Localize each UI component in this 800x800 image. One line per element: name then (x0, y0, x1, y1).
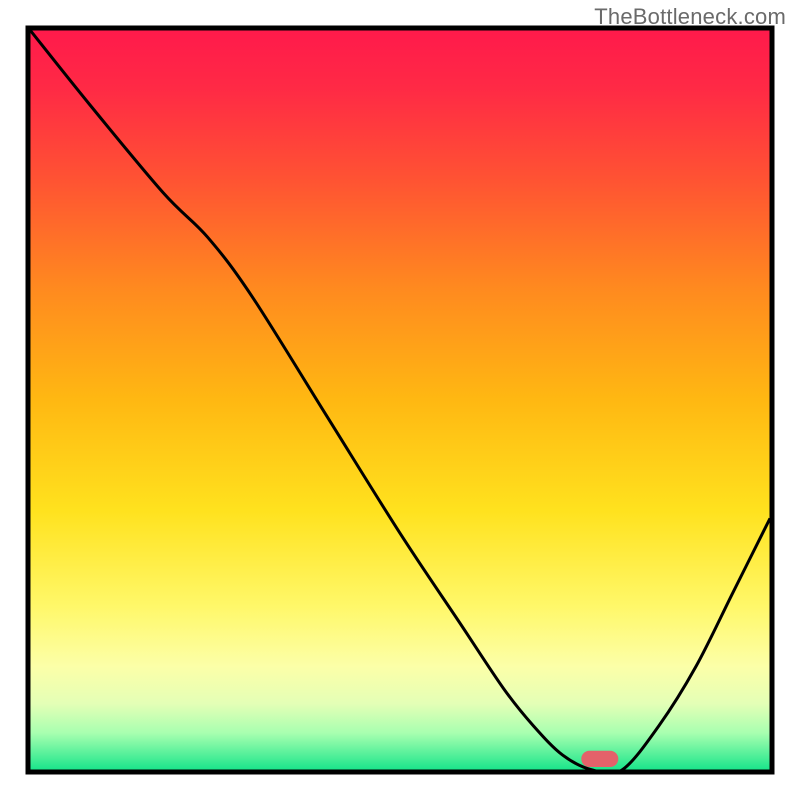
plot-background (30, 30, 770, 770)
chart-frame: TheBottleneck.com (0, 0, 800, 800)
optimal-marker (581, 751, 618, 767)
bottleneck-chart (0, 0, 800, 800)
watermark-text: TheBottleneck.com (594, 4, 786, 30)
